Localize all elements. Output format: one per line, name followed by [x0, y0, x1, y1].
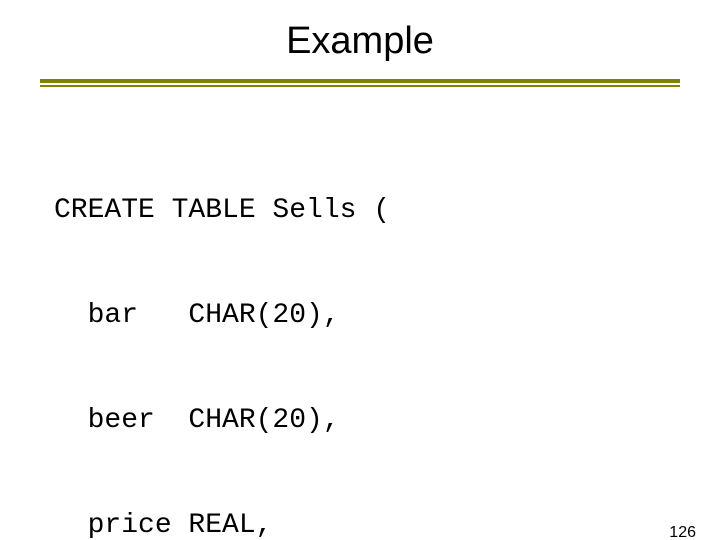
title-divider [40, 79, 680, 87]
code-line: CREATE TABLE Sells ( [54, 193, 720, 228]
page-title: Example [0, 20, 720, 63]
code-line: price REAL, [54, 508, 720, 540]
code-block: CREATE TABLE Sells ( bar CHAR(20), beer … [54, 123, 720, 540]
page-number: 126 [669, 524, 696, 540]
code-line: beer CHAR(20), [54, 403, 720, 438]
slide: Example CREATE TABLE Sells ( bar CHAR(20… [0, 20, 720, 540]
code-line: bar CHAR(20), [54, 298, 720, 333]
